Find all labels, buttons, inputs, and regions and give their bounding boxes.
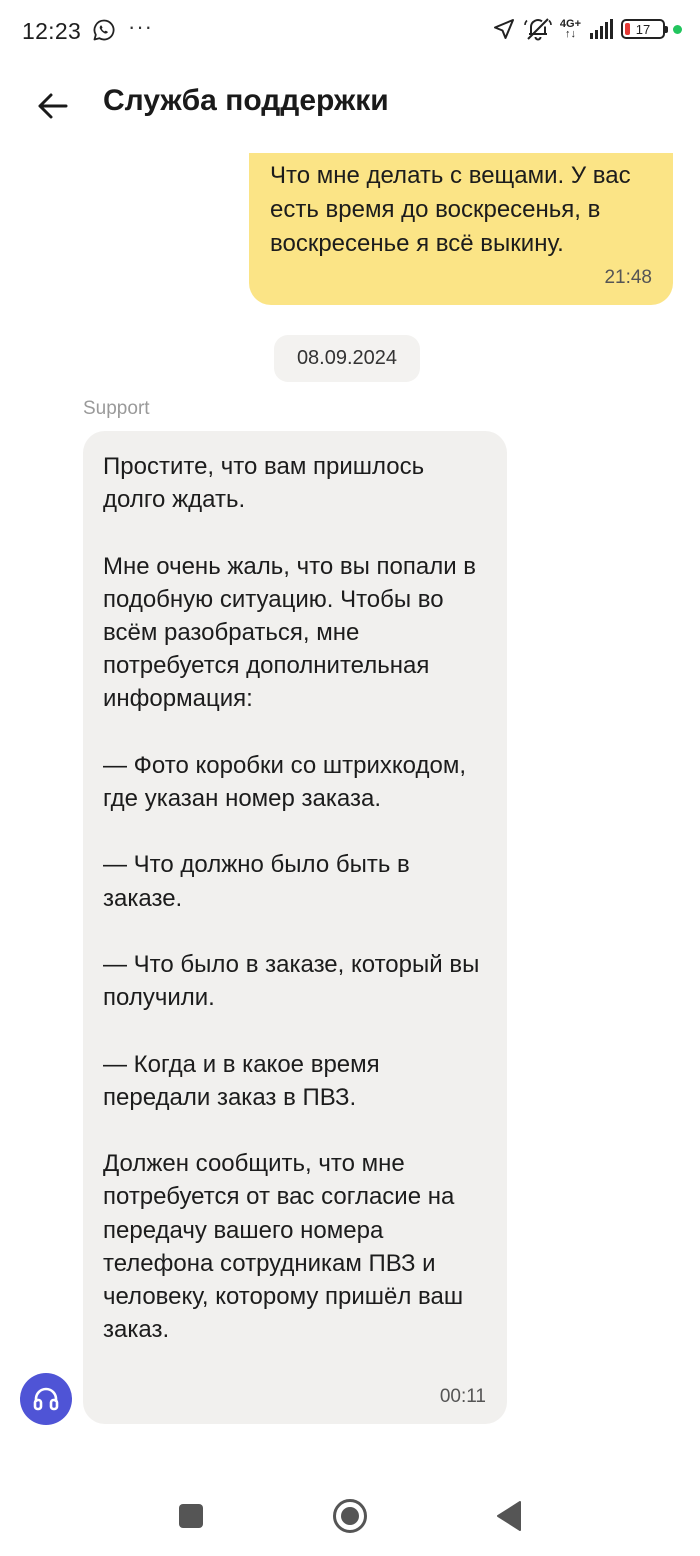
status-right-icons: 4G+ ↑↓ 17: [492, 16, 682, 42]
system-back-button[interactable]: [489, 1496, 529, 1536]
home-circle-icon: [332, 1498, 368, 1534]
network-type-icon: 4G+ ↑↓: [560, 19, 581, 40]
whatsapp-icon: [92, 18, 116, 42]
battery-level: 17: [635, 21, 651, 37]
signal-icon: [589, 18, 613, 40]
recents-button[interactable]: [171, 1496, 211, 1536]
status-green-dot: [673, 24, 682, 34]
system-nav-bar: [0, 1478, 700, 1556]
incoming-message-text: Простите, что вам пришлось долго ждать. …: [103, 453, 480, 1344]
status-bar: 12:23 ··· 4G+ ↑↓ 17: [0, 0, 700, 62]
page-title: Служба поддержки: [103, 84, 389, 117]
recents-square-icon: [178, 1503, 204, 1529]
outgoing-message-text: Что мне делать с вещами. У вас есть врем…: [270, 162, 638, 257]
date-separator: 08.09.2024: [274, 335, 420, 382]
header: Служба поддержки: [0, 62, 700, 146]
back-triangle-icon: [496, 1501, 522, 1531]
status-time: 12:23: [22, 18, 82, 44]
arrow-left-icon: [36, 92, 68, 120]
muted-bell-icon: [524, 16, 552, 42]
network-activity-label: ↑↓: [564, 28, 576, 40]
support-headset-button[interactable]: [20, 1373, 72, 1425]
more-dots-icon: ···: [128, 14, 153, 39]
incoming-message-time: 00:11: [439, 1386, 486, 1407]
outgoing-message-bubble[interactable]: Что мне делать с вещами. У вас есть врем…: [249, 153, 673, 305]
home-button[interactable]: [330, 1496, 370, 1536]
battery-icon: 17: [621, 19, 668, 39]
headset-icon: [31, 1384, 61, 1414]
outgoing-message-time: 21:48: [604, 267, 652, 288]
back-button[interactable]: [30, 84, 74, 128]
status-left-icons: ···: [92, 14, 153, 42]
sender-name: Support: [83, 398, 150, 419]
incoming-message-bubble[interactable]: Простите, что вам пришлось долго ждать. …: [83, 431, 507, 1424]
screen: 12:23 ··· 4G+ ↑↓ 17 Служба поддержки Что…: [0, 0, 700, 1556]
location-arrow-icon: [492, 17, 516, 41]
